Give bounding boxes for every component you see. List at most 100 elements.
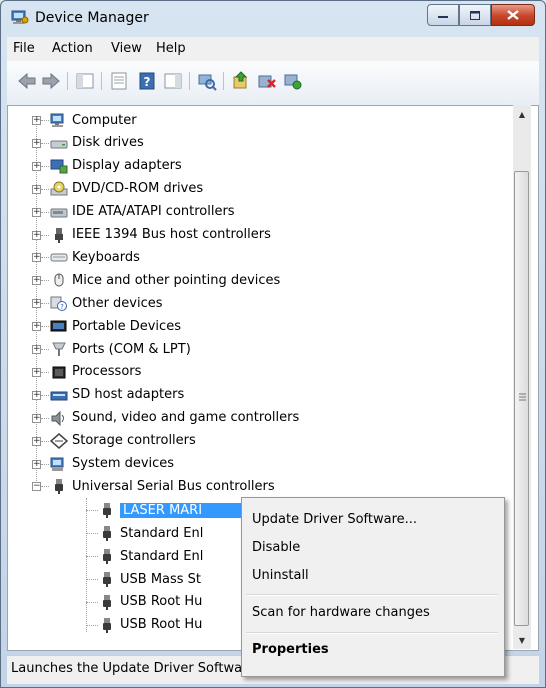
tree-category-row[interactable]: Processors: [50, 361, 141, 383]
expand-icon[interactable]: +: [32, 390, 41, 400]
tree-category-row[interactable]: ? Other devices: [50, 292, 163, 314]
tree-device-row-selected[interactable]: LASER MARI: [98, 499, 263, 521]
tree-category-row[interactable]: Sound, video and game controllers: [50, 407, 299, 429]
expand-icon[interactable]: +: [32, 299, 41, 309]
svg-text:?: ?: [60, 303, 64, 311]
tree-device-label: USB Root Hu: [120, 594, 203, 610]
ieee1394-icon: [55, 227, 63, 243]
tree-category-row[interactable]: Display adapters: [50, 155, 182, 177]
vertical-scrollbar[interactable]: ▲ ▼: [513, 105, 531, 649]
tree-device-row[interactable]: USB Mass St: [98, 568, 201, 590]
scan-hardware-icon[interactable]: [197, 71, 217, 91]
storage-controller-icon: [50, 432, 68, 449]
svg-text:?: ?: [144, 75, 151, 89]
expand-icon[interactable]: +: [32, 459, 41, 469]
tree-category-row[interactable]: DVD/CD-ROM drives: [50, 178, 203, 200]
tree-line: [41, 211, 49, 213]
collapse-icon[interactable]: −: [32, 482, 41, 492]
expand-icon[interactable]: +: [32, 276, 41, 286]
tree-category-row[interactable]: Disk drives: [50, 132, 144, 154]
expand-icon[interactable]: +: [32, 116, 41, 125]
scroll-down-icon[interactable]: ▼: [513, 631, 531, 649]
close-icon: [507, 10, 519, 20]
expand-icon[interactable]: +: [32, 345, 41, 354]
tree-device-row[interactable]: USB Root Hu: [98, 614, 202, 636]
expand-icon[interactable]: +: [32, 367, 41, 377]
menu-separator: [246, 632, 498, 634]
window-title: Device Manager: [35, 10, 149, 26]
expand-icon[interactable]: +: [32, 436, 41, 446]
enable-device-icon[interactable]: [283, 71, 303, 91]
expand-icon[interactable]: +: [32, 413, 41, 423]
system-device-icon: [50, 457, 64, 471]
menu-item-update-driver[interactable]: Update Driver Software...: [252, 512, 417, 527]
keyboard-icon: [50, 253, 68, 262]
tree-line: [41, 394, 49, 396]
tree-category-row[interactable]: Mice and other pointing devices: [50, 269, 280, 291]
menu-view[interactable]: View: [111, 41, 142, 56]
tree-category-row[interactable]: Universal Serial Bus controllers: [50, 475, 275, 497]
menu-file[interactable]: File: [13, 41, 35, 56]
expand-icon[interactable]: +: [32, 230, 41, 240]
tree-category-label: Computer: [72, 112, 137, 128]
show-hide-console-tree-icon[interactable]: [75, 71, 95, 91]
scroll-grip-icon: [519, 393, 526, 401]
sound-icon: [51, 410, 64, 426]
tree-device-row[interactable]: USB Root Hu: [98, 591, 202, 613]
tree-device-label: USB Mass St: [120, 571, 202, 587]
tree-category-label: Processors: [72, 364, 142, 380]
tree-category-label: Ports (COM & LPT): [72, 341, 191, 357]
tree-category-row[interactable]: Keyboards: [50, 246, 140, 268]
properties-icon[interactable]: [109, 71, 129, 91]
expand-icon[interactable]: +: [32, 184, 41, 194]
tree-category-row[interactable]: Ports (COM & LPT): [50, 338, 191, 360]
tree-category-row[interactable]: Storage controllers: [50, 430, 196, 452]
maximize-icon: [470, 10, 480, 20]
expand-icon[interactable]: +: [32, 322, 41, 332]
maximize-button[interactable]: [459, 4, 491, 26]
update-driver-icon[interactable]: [231, 71, 251, 91]
uninstall-icon[interactable]: [257, 71, 277, 91]
device-manager-icon: [11, 10, 29, 24]
tree-category-row[interactable]: IEEE 1394 Bus host controllers: [50, 224, 271, 246]
expand-icon[interactable]: +: [32, 207, 41, 217]
tree-category-label: Universal Serial Bus controllers: [72, 478, 275, 494]
back-icon[interactable]: [17, 71, 37, 91]
menu-action[interactable]: Action: [52, 41, 93, 56]
scrollbar-thumb[interactable]: [514, 171, 529, 626]
menu-help[interactable]: Help: [156, 41, 186, 56]
menu-item-scan-hardware[interactable]: Scan for hardware changes: [252, 605, 430, 620]
display-adapter-icon: [50, 159, 68, 174]
tree-device-row[interactable]: Standard Enl: [98, 545, 203, 567]
tree-category-row[interactable]: SD host adapters: [50, 384, 184, 406]
tree-line: [41, 463, 49, 465]
tree-category-row[interactable]: Computer: [50, 109, 137, 131]
close-button[interactable]: [491, 4, 535, 26]
toolbar: ?: [7, 61, 539, 106]
tree-line: [41, 303, 49, 305]
menu-item-uninstall[interactable]: Uninstall: [252, 568, 309, 583]
tree-device-label: Standard Enl: [120, 525, 204, 541]
computer-icon: [50, 113, 64, 127]
title-bar[interactable]: Device Manager: [1, 1, 545, 35]
scroll-up-icon[interactable]: ▲: [513, 105, 531, 123]
tree-line: [86, 533, 98, 535]
action-pane-icon[interactable]: [163, 71, 183, 91]
tree-category-row[interactable]: Portable Devices: [50, 315, 181, 337]
tree-category-label: System devices: [72, 456, 175, 471]
menu-item-disable[interactable]: Disable: [252, 540, 300, 555]
tree-category-row[interactable]: IDE ATA/ATAPI controllers: [50, 201, 235, 223]
tree-line: [41, 486, 49, 488]
tree-line: [41, 280, 49, 282]
dvd-drive-icon: [50, 181, 68, 196]
expand-icon[interactable]: +: [32, 161, 41, 171]
minimize-button[interactable]: [427, 4, 459, 26]
tree-device-row[interactable]: Standard Enl: [98, 522, 203, 544]
menu-item-properties[interactable]: Properties: [252, 642, 329, 657]
menu-bar: File Action View Help: [7, 37, 539, 61]
expand-icon[interactable]: +: [32, 253, 41, 263]
tree-category-row[interactable]: System devices: [50, 453, 174, 475]
help-icon[interactable]: ?: [137, 71, 157, 91]
forward-icon[interactable]: [41, 71, 61, 91]
expand-icon[interactable]: +: [32, 138, 41, 148]
